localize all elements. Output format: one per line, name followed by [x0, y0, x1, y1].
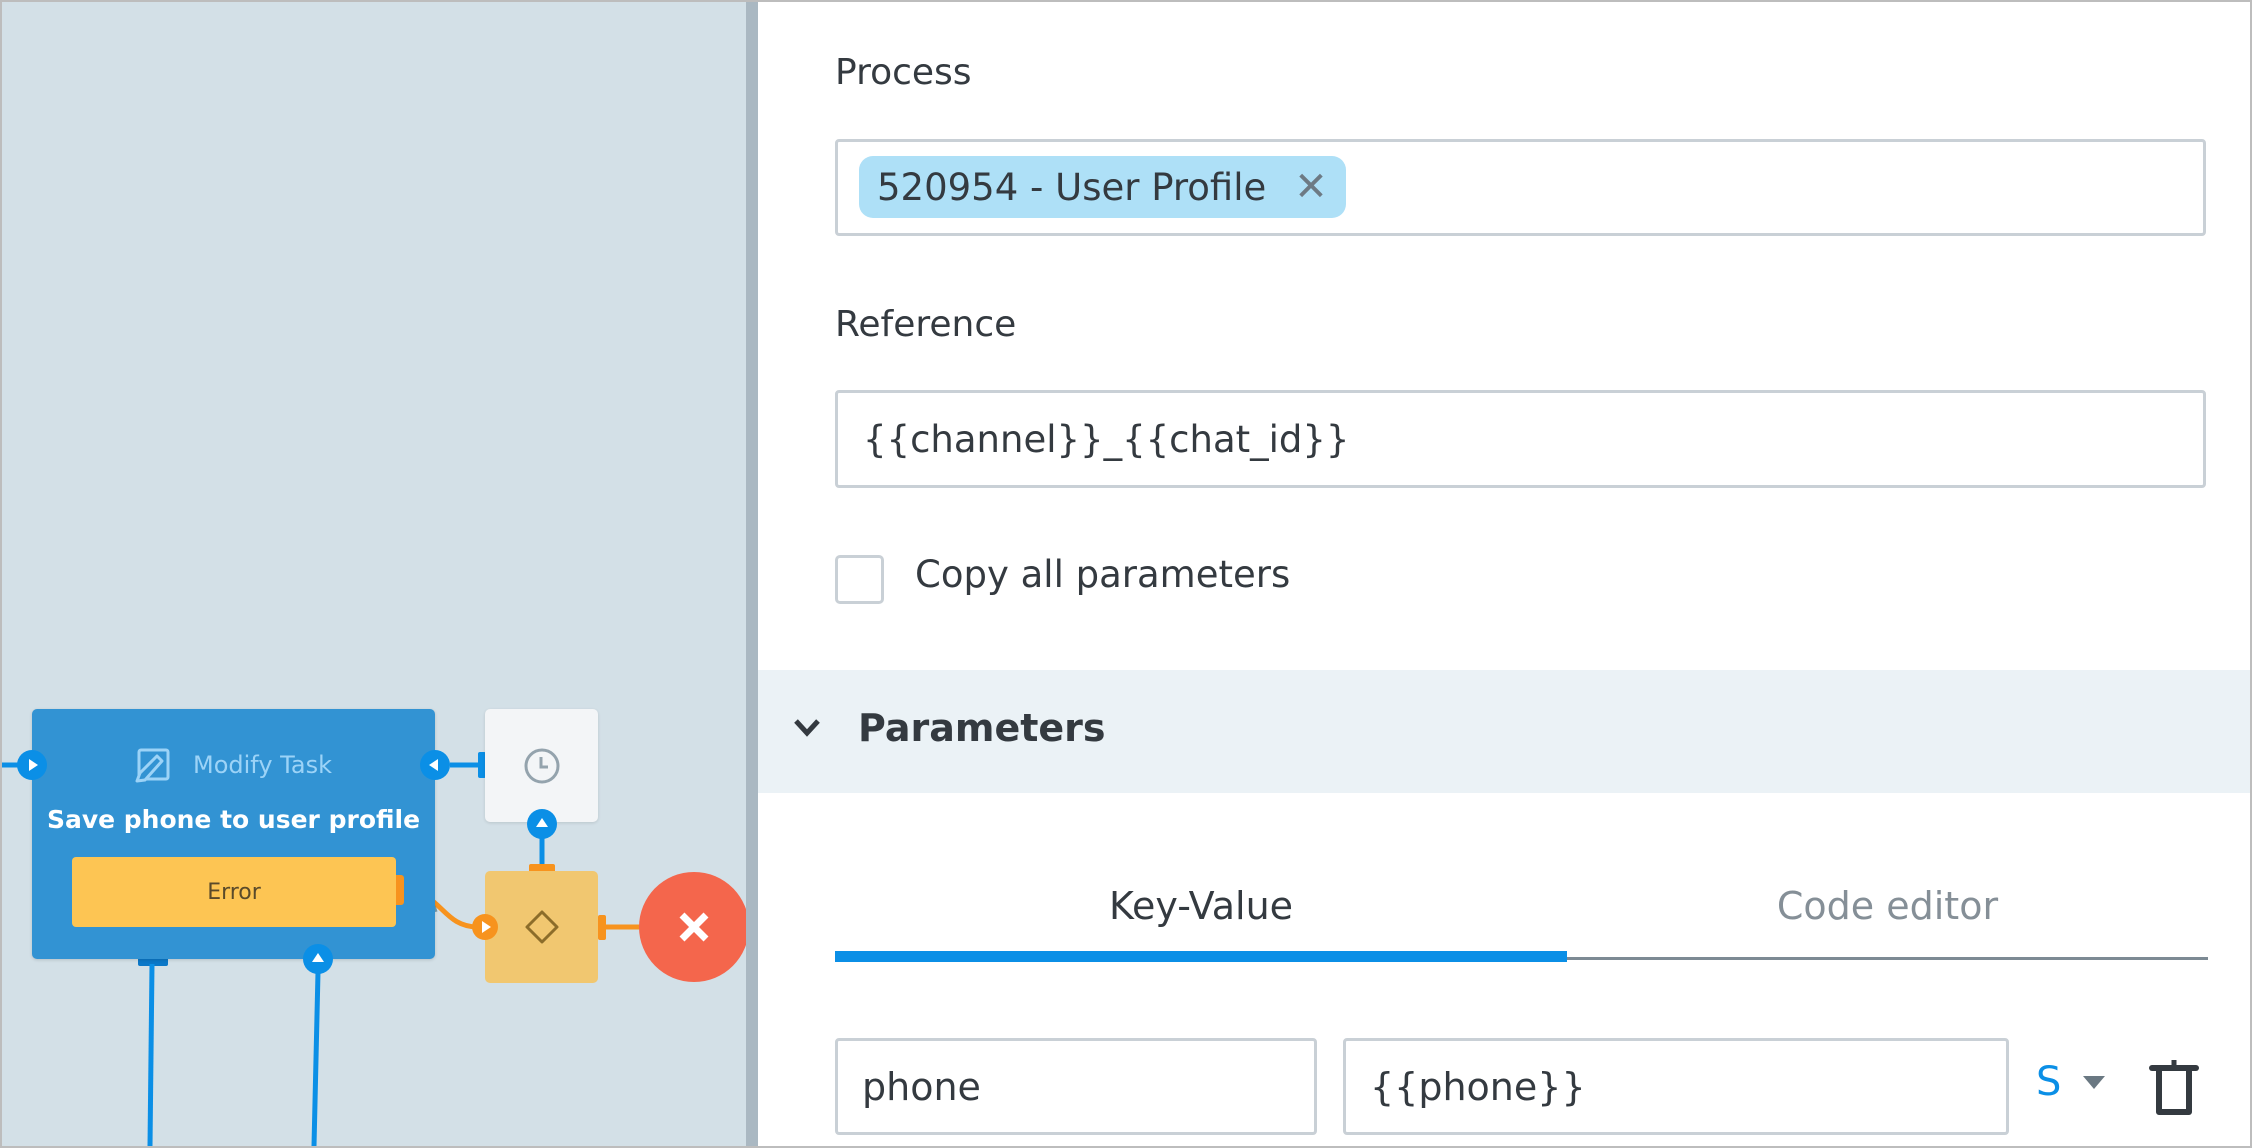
process-chip-text: 520954 - User Profile — [877, 165, 1267, 209]
timer-output-port[interactable] — [527, 809, 557, 839]
param-type-value: S — [2036, 1059, 2062, 1105]
diamond-icon — [525, 910, 558, 944]
panel-resize-handle[interactable] — [746, 2, 758, 1146]
task-title: Save phone to user profile — [46, 805, 421, 834]
tab-key-value[interactable]: Key-Value — [835, 862, 1567, 950]
task-node-header: Modify Task — [32, 745, 435, 785]
task-type-label: Modify Task — [193, 751, 332, 779]
gateway-input-port[interactable] — [472, 914, 498, 940]
close-icon[interactable]: ✕ — [1294, 167, 1328, 207]
parameters-section-header[interactable]: Parameters — [758, 670, 2250, 793]
process-chip: 520954 - User Profile ✕ — [859, 156, 1346, 218]
arrow-up-icon — [536, 818, 548, 827]
close-icon — [679, 912, 709, 942]
process-label: Process — [835, 52, 972, 93]
tab-code-editor[interactable]: Code editor — [1567, 862, 2208, 950]
reference-label: Reference — [835, 304, 1017, 345]
param-key-value: phone — [862, 1064, 981, 1109]
reference-input[interactable]: {{channel}}_{{chat_id}} — [835, 390, 2206, 488]
process-select[interactable]: 520954 - User Profile ✕ — [835, 139, 2206, 236]
error-label: Error — [207, 879, 261, 905]
gateway-node[interactable] — [485, 871, 598, 983]
connection-lines — [2, 752, 642, 1146]
end-error-node[interactable] — [639, 872, 746, 982]
arrow-right-icon — [29, 759, 38, 771]
modify-task-node[interactable]: Modify Task Save phone to user profile E… — [32, 709, 435, 959]
arrow-up-icon — [312, 953, 324, 962]
wire-task-down-2 — [311, 971, 321, 1146]
arrow-right-icon — [482, 921, 491, 933]
task-output-port[interactable] — [420, 750, 450, 780]
error-port[interactable] — [396, 875, 404, 905]
caret-down-icon — [2083, 1075, 2106, 1089]
task-input-port[interactable] — [17, 750, 47, 780]
copy-all-label[interactable]: Copy all parameters — [915, 553, 1290, 596]
error-handler[interactable]: Error — [72, 857, 396, 927]
active-tab-indicator — [835, 951, 1567, 962]
param-key-input[interactable]: phone — [835, 1038, 1317, 1135]
properties-panel: Process 520954 - User Profile ✕ Referenc… — [758, 2, 2250, 1146]
param-value-value: {{phone}} — [1370, 1064, 1586, 1109]
parameters-tabs: Key-Value Code editor — [835, 862, 2208, 962]
clock-icon — [524, 748, 559, 783]
reference-value: {{channel}}_{{chat_id}} — [863, 417, 1350, 461]
param-value-input[interactable]: {{phone}} — [1343, 1038, 2009, 1135]
process-canvas[interactable]: Modify Task Save phone to user profile E… — [2, 2, 746, 1146]
timer-node[interactable] — [485, 709, 598, 822]
app-window: Modify Task Save phone to user profile E… — [0, 0, 2252, 1148]
arrow-left-icon — [429, 759, 438, 771]
wire-task-down-1 — [147, 963, 155, 1146]
copy-all-checkbox[interactable] — [835, 555, 884, 604]
parameters-title: Parameters — [858, 706, 1106, 750]
task-bottom-input-port[interactable] — [303, 944, 333, 974]
chevron-down-icon — [794, 719, 820, 737]
trash-icon[interactable] — [2148, 1058, 2200, 1118]
edit-icon — [135, 748, 170, 783]
param-type-select[interactable]: S — [2036, 1052, 2106, 1112]
